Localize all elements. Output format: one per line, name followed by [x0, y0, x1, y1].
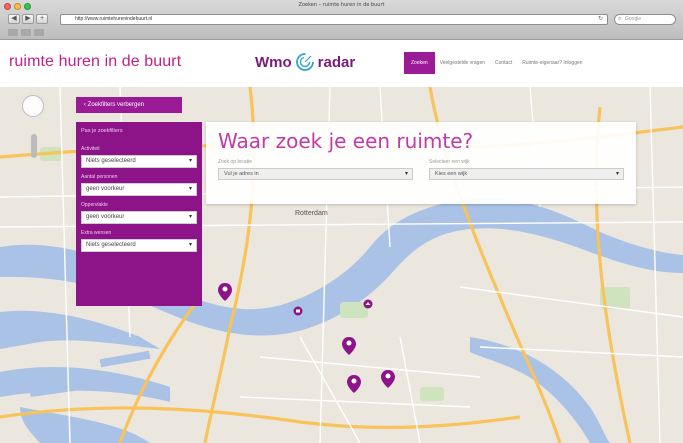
- search-fields: Zoek op locatie Vul je adres in ▾ Select…: [218, 159, 624, 180]
- chevron-left-icon: ‹: [84, 102, 86, 108]
- filter-area-value: geen voorkeur: [86, 214, 125, 220]
- bookmarks-bar: [8, 29, 44, 36]
- location-marker[interactable]: [363, 299, 373, 309]
- location-select[interactable]: Vul je adres in ▾: [218, 168, 413, 180]
- district-label: Selecteer een wijk: [429, 159, 470, 165]
- reading-list-icon[interactable]: [34, 29, 44, 36]
- wmo-logo-text: Wmo: [255, 53, 292, 71]
- search-heading: Waar zoek je een ruimte?: [218, 129, 474, 153]
- address-bar-text: http://www.ruimtehurenindebuurt.nl: [75, 16, 153, 22]
- pan-control[interactable]: [22, 95, 44, 117]
- top-sites-icon[interactable]: [21, 29, 31, 36]
- nav-item-contact[interactable]: Contact: [490, 52, 517, 74]
- location-marker[interactable]: [293, 306, 303, 316]
- close-window-button[interactable]: [4, 3, 11, 10]
- district-select[interactable]: Kies een wijk ▾: [429, 168, 624, 180]
- filter-activity-select[interactable]: Niets geselecteerd ▾: [81, 155, 197, 168]
- wmo-radar-logo[interactable]: Wmo radar: [255, 52, 355, 72]
- caret-down-icon: ▾: [188, 242, 192, 248]
- filter-panel-heading: Pas je zoekfilters: [81, 128, 123, 134]
- radar-icon: [295, 53, 314, 71]
- browser-search-placeholder: Google: [625, 16, 642, 22]
- district-value: Kies een wijk: [435, 171, 468, 177]
- caret-down-icon: ▾: [188, 186, 192, 192]
- caret-down-icon: ▾: [188, 158, 192, 164]
- map-city-label: Rotterdam: [295, 210, 328, 217]
- filter-extras-label: Extra wensen: [81, 230, 112, 236]
- location-field: Zoek op locatie Vul je adres in ▾: [218, 159, 413, 180]
- filter-extras-select[interactable]: Niets geselecteerd ▾: [81, 239, 197, 252]
- browser-nav-buttons: ◀ ▶ +: [8, 14, 48, 24]
- hide-filters-label: Zoekfilters verbergen: [87, 102, 145, 108]
- caret-down-icon: ▾: [404, 171, 408, 177]
- forward-button[interactable]: ▶: [22, 14, 34, 24]
- location-label: Zoek op locatie: [218, 159, 252, 165]
- browser-toolbar: Zoeken – ruimte huren in de buurt ◀ ▶ + …: [0, 0, 683, 40]
- browser-search-field[interactable]: ⌕ Google: [614, 14, 676, 25]
- search-panel: Waar zoek je een ruimte? Zoek op locatie…: [206, 122, 636, 204]
- caret-down-icon: ▾: [188, 214, 192, 220]
- nav-item-faq[interactable]: Veelgestelde vragen: [435, 52, 490, 74]
- site-logo[interactable]: ruimte huren in de buurt: [9, 53, 181, 71]
- filter-area-select[interactable]: geen voorkeur ▾: [81, 211, 197, 224]
- reload-icon[interactable]: ↻: [598, 15, 603, 24]
- main-nav: Zoeken Veelgestelde vragen Contact Ruimt…: [404, 52, 588, 74]
- filter-panel: Pas je zoekfilters Activiteit Niets gese…: [76, 122, 202, 306]
- nav-item-owner-login[interactable]: Ruimte-eigenaar? Inloggen: [517, 52, 587, 74]
- filter-persons-select[interactable]: geen voorkeur ▾: [81, 183, 197, 196]
- filter-persons-label: Aantal personen: [81, 174, 118, 180]
- add-bookmark-button[interactable]: +: [36, 14, 48, 24]
- search-icon: ⌕: [618, 16, 622, 22]
- filter-activity-label: Activiteit: [81, 146, 100, 152]
- filter-persons-value: geen voorkeur: [86, 186, 125, 192]
- caret-down-icon: ▾: [615, 171, 619, 177]
- district-field: Selecteer een wijk Kies een wijk ▾: [429, 159, 624, 180]
- back-button[interactable]: ◀: [8, 14, 20, 24]
- minimize-window-button[interactable]: [14, 3, 21, 10]
- window-controls: [4, 3, 31, 10]
- filter-extras-value: Niets geselecteerd: [86, 242, 136, 248]
- nav-item-zoeken[interactable]: Zoeken: [404, 52, 435, 74]
- hide-filters-button[interactable]: ‹ Zoekfilters verbergen: [76, 97, 182, 113]
- zoom-slider[interactable]: [31, 134, 37, 158]
- location-value: Vul je adres in: [224, 171, 259, 177]
- address-bar[interactable]: http://www.ruimtehurenindebuurt.nl ↻: [60, 14, 608, 25]
- filter-activity-value: Niets geselecteerd: [86, 158, 136, 164]
- window-title: Zoeken – ruimte huren in de buurt: [298, 2, 385, 8]
- maximize-window-button[interactable]: [24, 3, 31, 10]
- radar-logo-text: radar: [317, 53, 356, 71]
- bookmarks-icon[interactable]: [8, 29, 18, 36]
- filter-area-label: Oppervlakte: [81, 202, 108, 208]
